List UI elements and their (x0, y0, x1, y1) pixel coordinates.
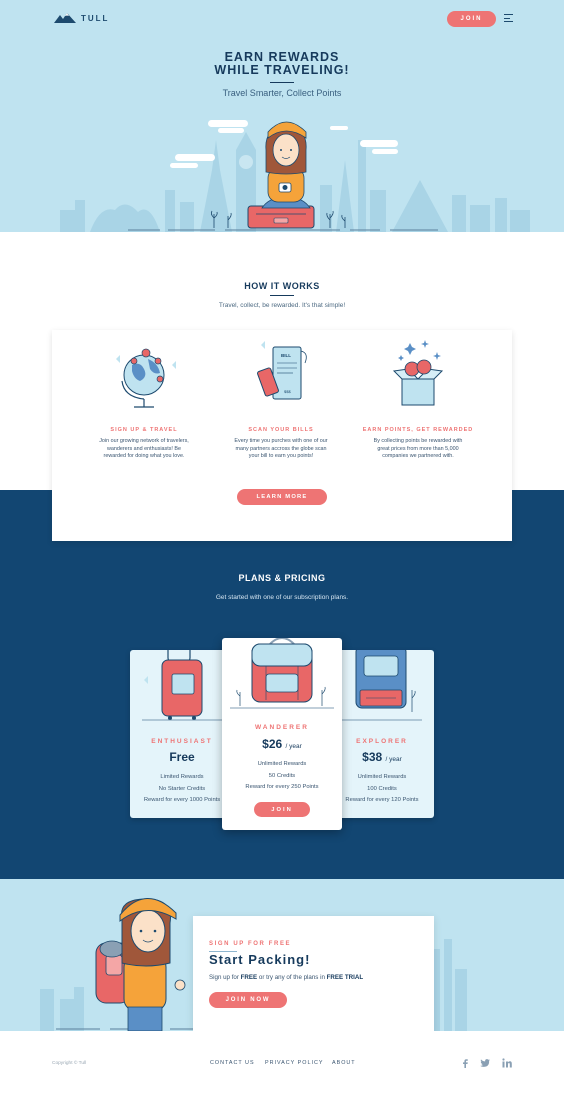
footer-link-about[interactable]: ABOUT (332, 1060, 356, 1066)
svg-text:BILL: BILL (281, 353, 291, 358)
feature-scan-bills: BILL $$$ SCAN YOUR BILLS Every time you … (215, 335, 347, 461)
svg-text:$$$: $$$ (284, 389, 291, 394)
learn-more-button[interactable]: LEARN MORE (237, 489, 327, 505)
plan-card-wanderer[interactable]: WANDERER $26 / year Unlimited Rewards 50… (222, 638, 342, 830)
signup-title: Start Packing! (209, 952, 311, 967)
feature-description: Every time you purches with one of our m… (234, 438, 328, 460)
plans-title: PLANS & PRICING (238, 573, 326, 583)
footer-link-contact[interactable]: CONTACT US (210, 1060, 255, 1066)
how-it-works-subtitle: Travel, collect, be rewarded. It's that … (218, 302, 346, 309)
join-button[interactable]: JOIN (447, 11, 496, 27)
facebook-icon[interactable] (460, 1058, 470, 1068)
brand-logo[interactable]: TULL (54, 13, 109, 23)
hero-divider (270, 82, 294, 83)
menu-icon[interactable] (504, 14, 513, 23)
signup-text: Sign up for FREE or try any of the plans… (209, 974, 364, 981)
feature-description: Join our growing network of travelers, w… (99, 438, 189, 460)
feature-title: SCAN YOUR BILLS (248, 427, 314, 433)
suitcase-icon (142, 650, 222, 721)
hero-title-line2: WHILE TRAVELING! (214, 63, 350, 77)
plan-features: Unlimited Rewards 100 Credits Reward for… (345, 774, 419, 803)
plan-price: $26 / year (262, 737, 302, 751)
footer: Copyright © Tull CONTACT US PRIVACY POLI… (0, 1031, 564, 1094)
plan-card-explorer[interactable]: EXPLORER $38 / year Unlimited Rewards 10… (330, 650, 434, 818)
plan-price: Free (169, 750, 195, 764)
backpack-icon (342, 650, 422, 721)
signup-kicker: SIGN UP FOR FREE (209, 941, 292, 947)
signup-card: SIGN UP FOR FREE Start Packing! Sign up … (193, 916, 434, 1034)
hero-section: TULL JOIN EARN REWARDS WHILE TRAVELING! … (0, 0, 564, 232)
join-now-button[interactable]: JOIN NOW (209, 992, 287, 1008)
gift-box-icon (392, 340, 444, 406)
traveler-skyline-illustration (60, 120, 530, 232)
twitter-icon[interactable] (480, 1058, 490, 1068)
feature-sign-up: SIGN UP & TRAVEL Join our growing networ… (78, 335, 210, 461)
plan-join-button[interactable]: JOIN (254, 802, 310, 817)
copyright: Copyright © Tull (52, 1061, 87, 1066)
brand-name: TULL (81, 13, 110, 23)
plan-price: $38 / year (362, 750, 402, 764)
how-it-works-title: HOW IT WORKS (244, 281, 320, 291)
how-divider (270, 295, 294, 296)
plan-features: Limited Rewards No Starter Credits Rewar… (143, 774, 221, 803)
plan-name: EXPLORER (356, 738, 408, 745)
mountain-logo-icon (54, 13, 76, 23)
footer-link-privacy[interactable]: PRIVACY POLICY (265, 1060, 323, 1066)
feature-title: SIGN UP & TRAVEL (110, 427, 178, 433)
feature-earn-points: EARN POINTS, GET REWARDED By collecting … (352, 335, 484, 461)
feature-title: EARN POINTS, GET REWARDED (362, 427, 474, 433)
feature-description: By collecting points be rewarded with gr… (373, 438, 463, 460)
plan-name: WANDERER (255, 724, 309, 731)
plans-subtitle: Get started with one of our subscription… (215, 594, 349, 601)
globe-icon (116, 348, 176, 408)
backpack-icon (230, 638, 334, 709)
hero-title: EARN REWARDS WHILE TRAVELING! (0, 51, 564, 77)
plan-name: ENTHUSIAST (151, 738, 213, 745)
hero-subtitle: Travel Smarter, Collect Points (222, 88, 342, 98)
linkedin-icon[interactable] (502, 1058, 512, 1068)
plan-features: Unlimited Rewards 50 Credits Reward for … (245, 761, 319, 790)
plan-card-enthusiast[interactable]: ENTHUSIAST Free Limited Rewards No Start… (130, 650, 234, 818)
bill-icon: BILL $$$ (257, 341, 307, 400)
